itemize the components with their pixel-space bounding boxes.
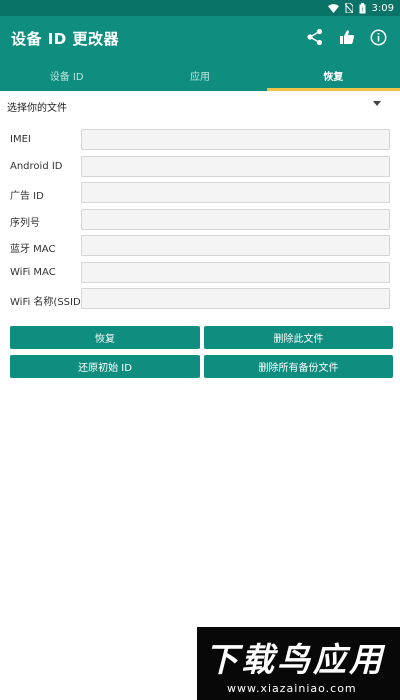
no-sim-icon [344, 3, 353, 13]
field-row-serial: 序列号 [0, 209, 400, 231]
chevron-down-icon [373, 101, 381, 106]
info-icon[interactable] [367, 26, 389, 48]
tab-restore[interactable]: 恢复 [266, 60, 400, 91]
wifi-mac-field[interactable] [81, 262, 390, 283]
field-row-ad-id: 广告 ID [0, 182, 400, 204]
app-title: 设备 ID 更改器 [11, 30, 119, 48]
restore-button[interactable]: 恢复 [10, 326, 200, 349]
tab-label: 应用 [189, 72, 210, 83]
thumbs-up-icon[interactable] [336, 26, 358, 48]
field-row-android-id: Android ID [0, 156, 400, 178]
watermark-title: 下载鸟应用 [205, 640, 385, 679]
watermark-url: www.xiazainiao.com [227, 682, 357, 695]
serial-number-field[interactable] [81, 209, 390, 230]
field-label: 广告 ID [10, 191, 44, 202]
field-label: Android ID [10, 161, 63, 172]
share-icon[interactable] [304, 26, 326, 48]
svg-text:!: ! [361, 7, 363, 14]
field-label: IMEI [10, 134, 31, 145]
file-picker-dropdown[interactable]: 选择你的文件 [0, 93, 400, 117]
tab-label: 恢复 [323, 72, 344, 83]
field-label: 序列号 [10, 218, 40, 229]
status-time: 3:09 [371, 2, 394, 14]
app-bar: 设备 ID 更改器 [0, 16, 400, 60]
watermark-logo: 下载鸟应用 www.xiazainiao.com [197, 627, 400, 700]
tab-bar: 设备 ID 应用 恢复 [0, 60, 400, 91]
tab-device-id[interactable]: 设备 ID [0, 60, 133, 91]
ad-id-field[interactable] [81, 182, 390, 203]
field-label: 蓝牙 MAC [10, 244, 56, 255]
delete-file-button[interactable]: 删除此文件 [204, 326, 393, 349]
field-label: WiFi 名称(SSID) [10, 297, 85, 308]
tab-apps[interactable]: 应用 [133, 60, 266, 91]
bluetooth-mac-field[interactable] [81, 235, 390, 256]
file-picker-label: 选择你的文件 [7, 103, 67, 114]
battery-icon: ! [359, 2, 366, 14]
status-bar: ! 3:09 [0, 0, 400, 16]
android-id-field[interactable] [81, 156, 390, 177]
delete-all-backups-button[interactable]: 删除所有备份文件 [204, 355, 393, 378]
tab-label: 设备 ID [49, 72, 84, 83]
field-row-wifi-mac: WiFi MAC [0, 262, 400, 284]
restore-original-id-button[interactable]: 还原初始 ID [10, 355, 200, 378]
field-row-imei: IMEI [0, 129, 400, 151]
wifi-ssid-field[interactable] [81, 288, 390, 309]
field-row-wifi-ssid: WiFi 名称(SSID) [0, 288, 400, 310]
field-row-bluetooth-mac: 蓝牙 MAC [0, 235, 400, 257]
imei-field[interactable] [81, 129, 390, 150]
wifi-icon [327, 3, 339, 13]
field-label: WiFi MAC [10, 267, 56, 278]
